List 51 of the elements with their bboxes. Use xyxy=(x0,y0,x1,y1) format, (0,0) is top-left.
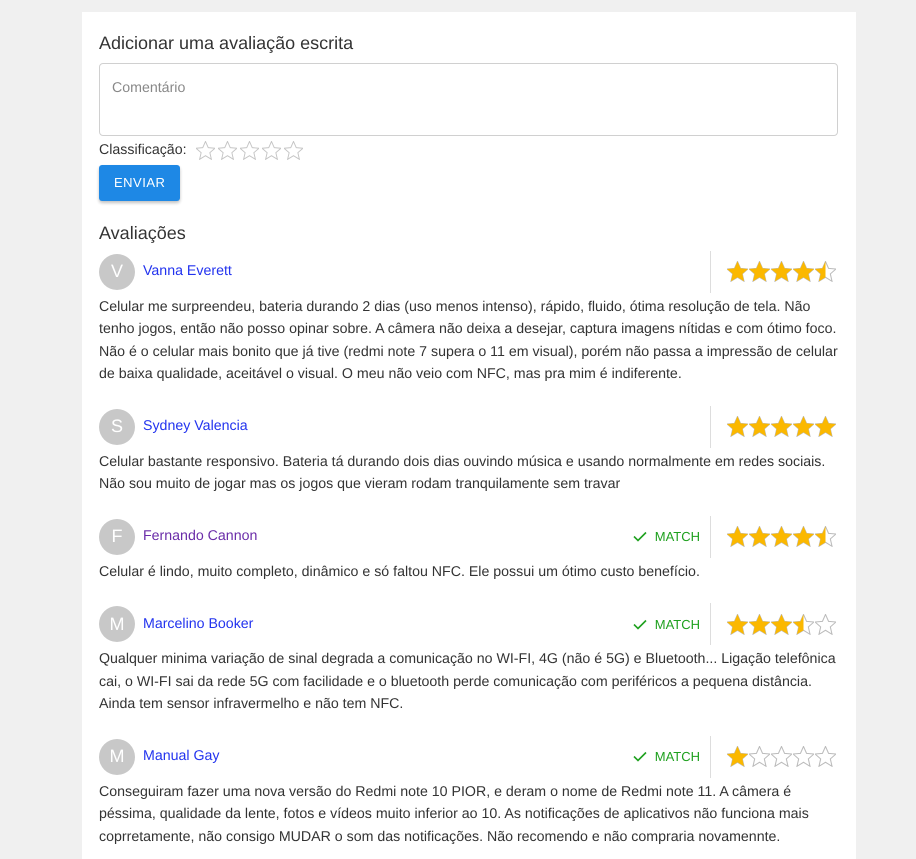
star-icon xyxy=(815,416,836,438)
star-icon xyxy=(815,614,836,635)
star-icon xyxy=(771,746,792,768)
star-icon xyxy=(727,416,748,438)
star-icon[interactable] xyxy=(240,141,259,160)
star-icon[interactable] xyxy=(196,141,215,160)
rating-label: Classificação: xyxy=(99,141,187,160)
star-icon[interactable] xyxy=(262,141,281,160)
star-icon xyxy=(727,746,748,768)
review-text: Celular bastante responsivo. Bateria tá durando dois dias ouvindo música e usando normalmente em redes sociais. Não sou muito de jogar mas os jogos que vieram rodam tranquilamente sem travar xyxy=(99,452,826,494)
comment-field[interactable]: Comentário xyxy=(99,63,838,136)
star-icon[interactable] xyxy=(218,141,237,160)
match-label: MATCH xyxy=(654,748,700,766)
star-icon xyxy=(771,416,792,438)
review-text: Celular me surpreendeu, bateria durando 2 dias (uso menos intenso), rápido, fluido, ótima resolução de tela. Não tenho jogos, então não posso opinar sobre. A câmera não deixa a desejar, captura imagens nítidas e com ótimo foco. Não é o celular mais bonito que já tive (redmi note 7 supera o 11 em visual), porém não passa a impressão de celular de baixa qualidade, aceitável o visual. O meu não veio com NFC, mas pra mim é indiferente. xyxy=(99,298,838,384)
submit-button[interactable]: ENVIAR xyxy=(99,165,180,201)
check-icon xyxy=(632,618,647,630)
star-icon xyxy=(727,614,748,635)
star-icon xyxy=(749,746,770,768)
star-icon xyxy=(727,526,748,548)
review-text: Celular é lindo, muito completo, dinâmico e só faltou NFC. Ele possui um ótimo custo benefício. xyxy=(99,562,701,582)
star-icon xyxy=(771,261,792,282)
star-icon xyxy=(749,416,770,438)
star-icon xyxy=(815,526,836,548)
reviewer-link[interactable]: Manual Gay xyxy=(143,746,220,768)
review-text: Qualquer minima variação de sinal degrada a comunicação no WI-FI, 4G (não é 5G) e Bluetooth... Ligação telefônica cai, o WI-FI sai da rede 5G com facilidade e o bluetooth perde comunicação com periféricos a pequena distância. Ainda tem sensor infravermelho e não tem NFC. xyxy=(99,650,837,714)
star-icon[interactable] xyxy=(284,141,303,160)
check-icon xyxy=(632,751,647,762)
star-icon xyxy=(793,746,814,768)
star-icon xyxy=(815,261,836,282)
reviewer-link[interactable]: Vanna Everett xyxy=(143,261,232,282)
section-title: Adicionar uma avaliação escrita xyxy=(99,32,354,55)
reviewer-link[interactable]: Marcelino Booker xyxy=(143,614,254,635)
review-text: Conseguiram fazer uma nova versão do Redmi note 10 PIOR, e deram o nome de Redmi note 11. A câmera é péssima, qualidade da lente, fotos e vídeos muito inferior ao 10. As notificações de aplicativos não funciona mais coprretamente, não consigo MUDAR o som das notificações. Não recomendo e não compraria novamennte. xyxy=(99,782,810,847)
star-icon xyxy=(727,261,748,282)
star-icon xyxy=(815,746,836,768)
match-label: MATCH xyxy=(654,528,700,546)
section-title: Avaliações xyxy=(99,222,187,245)
star-icon xyxy=(749,526,770,548)
star-icon xyxy=(749,261,770,282)
star-icon xyxy=(793,416,814,438)
reviewer-link[interactable]: Fernando Cannon xyxy=(143,526,258,548)
match-label: MATCH xyxy=(654,616,700,634)
star-icon xyxy=(749,614,770,635)
star-icon xyxy=(771,526,792,548)
star-icon xyxy=(771,614,792,635)
check-icon xyxy=(632,531,647,542)
star-icon xyxy=(793,614,814,635)
star-icon xyxy=(793,261,814,282)
reviewer-link[interactable]: Sydney Valencia xyxy=(143,416,248,438)
star-icon xyxy=(793,526,814,548)
